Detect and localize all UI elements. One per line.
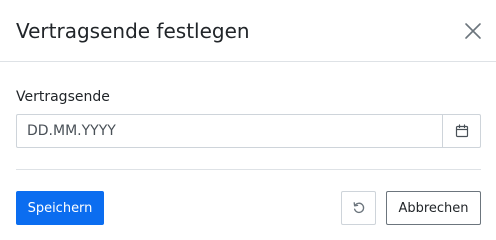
calendar-button[interactable] xyxy=(442,115,480,147)
close-button[interactable] xyxy=(462,20,484,42)
set-contract-end-dialog: Vertragsende festlegen Vertragsende Spei… xyxy=(0,0,496,240)
close-icon xyxy=(465,23,481,39)
reset-button[interactable] xyxy=(341,191,376,225)
cancel-button[interactable]: Abbrechen xyxy=(386,191,481,225)
contract-end-datepicker xyxy=(16,114,481,148)
reset-icon xyxy=(353,202,364,214)
contract-end-label: Vertragsende xyxy=(16,89,110,105)
contract-end-date-input[interactable] xyxy=(17,115,442,147)
dialog-header: Vertragsende festlegen xyxy=(0,0,496,62)
calendar-icon xyxy=(455,124,468,138)
form-divider xyxy=(16,169,481,170)
save-button[interactable]: Speichern xyxy=(16,191,104,225)
dialog-title: Vertragsende festlegen xyxy=(16,19,250,43)
